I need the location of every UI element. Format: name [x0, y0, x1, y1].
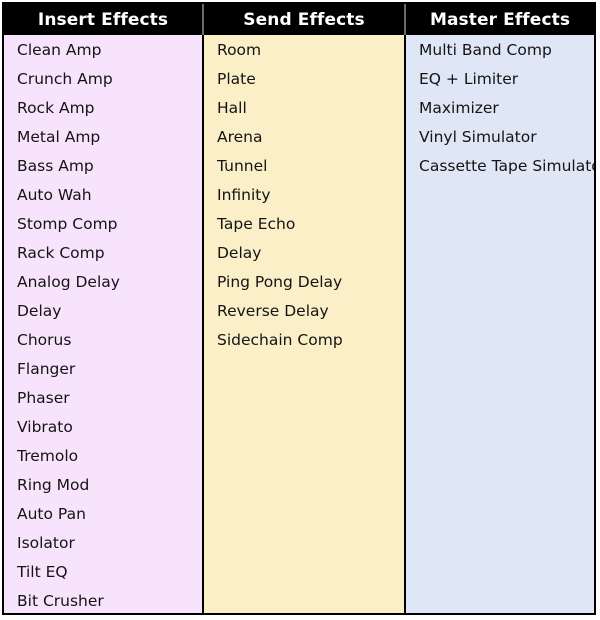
list-item[interactable]: Tremolo — [4, 441, 202, 470]
column-send-effects: Room Plate Hall Arena Tunnel Infinity Ta… — [202, 35, 404, 613]
list-item[interactable]: Vibrato — [4, 412, 202, 441]
list-item[interactable]: Multi Band Comp — [406, 35, 594, 64]
list-item[interactable]: Flanger — [4, 354, 202, 383]
column-header-send-effects: Send Effects — [202, 4, 404, 35]
column-master-effects: Multi Band Comp EQ + Limiter Maximizer V… — [404, 35, 594, 613]
list-item[interactable]: Rack Comp — [4, 238, 202, 267]
list-item[interactable]: Cassette Tape Simulator — [406, 151, 594, 180]
list-item[interactable]: Room — [204, 35, 404, 64]
column-header-master-effects: Master Effects — [404, 4, 594, 35]
list-item[interactable]: Maximizer — [406, 93, 594, 122]
list-item[interactable]: Tape Echo — [204, 209, 404, 238]
effects-table: Insert Effects Send Effects Master Effec… — [2, 2, 596, 615]
list-item[interactable]: Ping Pong Delay — [204, 267, 404, 296]
column-filler-send — [204, 354, 404, 613]
list-item[interactable]: Analog Delay — [4, 267, 202, 296]
list-item[interactable]: Plate — [204, 64, 404, 93]
list-item[interactable]: Delay — [4, 296, 202, 325]
list-item[interactable]: Phaser — [4, 383, 202, 412]
table-header-row: Insert Effects Send Effects Master Effec… — [4, 4, 594, 35]
list-item[interactable]: Hall — [204, 93, 404, 122]
list-item[interactable]: Clean Amp — [4, 35, 202, 64]
list-item[interactable]: Ring Mod — [4, 470, 202, 499]
list-item[interactable]: Vinyl Simulator — [406, 122, 594, 151]
list-item[interactable]: Arena — [204, 122, 404, 151]
list-item[interactable]: Isolator — [4, 528, 202, 557]
list-item[interactable]: Reverse Delay — [204, 296, 404, 325]
list-item[interactable]: Auto Wah — [4, 180, 202, 209]
list-item[interactable]: Metal Amp — [4, 122, 202, 151]
list-item[interactable]: Stomp Comp — [4, 209, 202, 238]
list-item[interactable]: EQ + Limiter — [406, 64, 594, 93]
list-item[interactable]: Delay — [204, 238, 404, 267]
list-item[interactable]: Auto Pan — [4, 499, 202, 528]
list-item[interactable]: Crunch Amp — [4, 64, 202, 93]
column-insert-effects: Clean Amp Crunch Amp Rock Amp Metal Amp … — [4, 35, 202, 613]
column-filler-master — [406, 180, 594, 613]
list-item[interactable]: Tilt EQ — [4, 557, 202, 586]
list-item[interactable]: Sidechain Comp — [204, 325, 404, 354]
column-header-insert-effects: Insert Effects — [37, 9, 169, 30]
list-item[interactable]: Infinity — [204, 180, 404, 209]
list-item[interactable]: Bit Crusher — [4, 586, 202, 613]
list-item[interactable]: Bass Amp — [4, 151, 202, 180]
table-body: Clean Amp Crunch Amp Rock Amp Metal Amp … — [4, 35, 594, 613]
list-item[interactable]: Chorus — [4, 325, 202, 354]
list-item[interactable]: Tunnel — [204, 151, 404, 180]
list-item[interactable]: Rock Amp — [4, 93, 202, 122]
